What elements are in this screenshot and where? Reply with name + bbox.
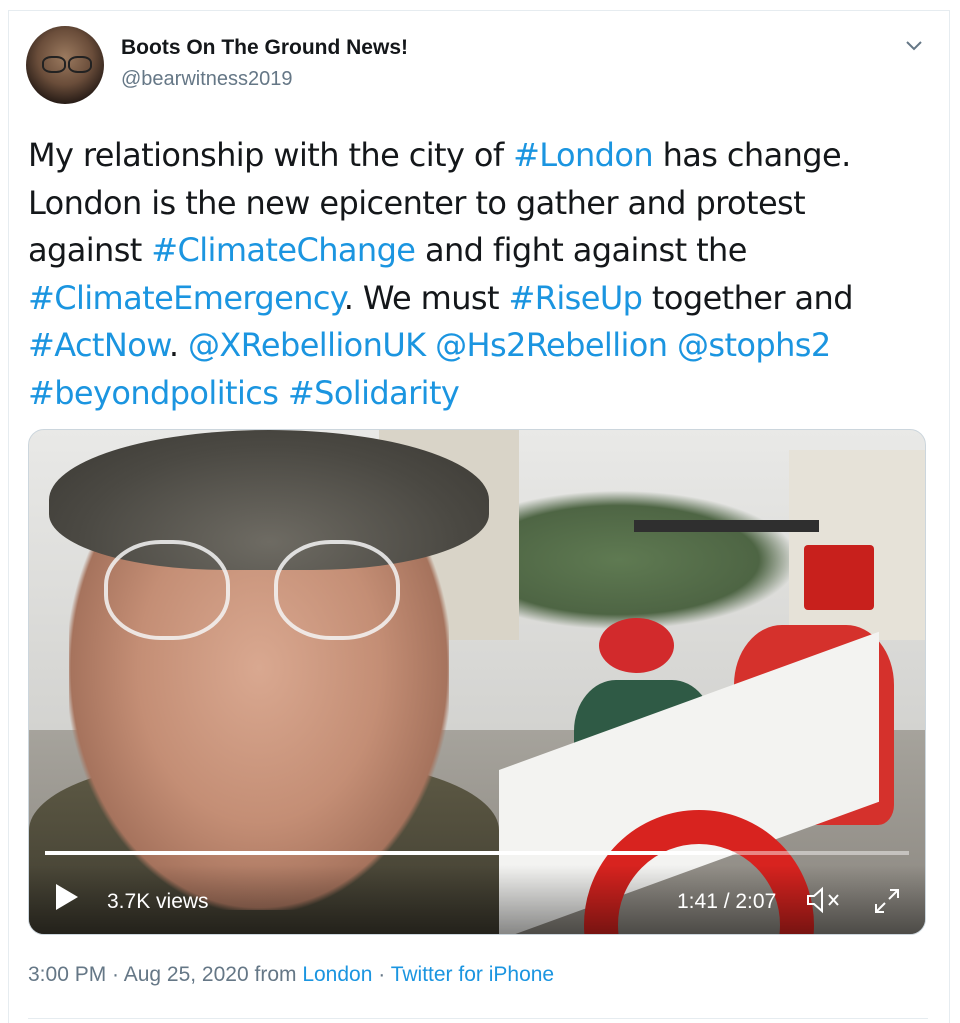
hashtag-link[interactable]: #ClimateEmergency <box>28 279 344 317</box>
more-options-button[interactable] <box>900 32 928 60</box>
mention-link[interactable]: @Hs2Rebellion <box>435 326 668 364</box>
meta-separator: · <box>372 963 391 986</box>
tweet-text-segment <box>667 326 677 364</box>
mute-icon <box>807 886 839 914</box>
tweet-meta: 3:00 PM · Aug 25, 2020 from London · Twi… <box>28 963 554 987</box>
video-progress-bar[interactable] <box>45 851 909 855</box>
hashtag-link[interactable]: #beyondpolitics <box>28 374 279 412</box>
avatar-glasses-right <box>68 56 92 73</box>
view-count: 3.7K views <box>107 890 209 913</box>
play-icon <box>56 884 78 910</box>
mute-button[interactable] <box>805 885 845 915</box>
mention-link[interactable]: @stophs2 <box>677 326 831 364</box>
tweet-text-segment: . We must <box>343 278 509 317</box>
tweet-text-segment <box>426 326 436 364</box>
source-link[interactable]: Twitter for iPhone <box>391 963 554 986</box>
chevron-down-icon <box>906 41 922 51</box>
tweet-timestamp[interactable]: 3:00 PM · Aug 25, 2020 from <box>28 963 302 986</box>
video-player[interactable]: 3.7K views 1:41 / 2:07 <box>28 429 926 935</box>
divider <box>28 1018 928 1019</box>
video-frame-bus-shelter <box>634 520 819 532</box>
fullscreen-button[interactable] <box>871 885 903 917</box>
tweet-text: My relationship with the city of #London… <box>28 132 928 417</box>
play-button[interactable] <box>53 882 81 912</box>
tweet-text-segment: and fight against the <box>415 231 747 269</box>
location-link[interactable]: London <box>302 963 372 986</box>
author-handle[interactable]: @bearwitness2019 <box>121 68 293 91</box>
hashtag-link[interactable]: #London <box>513 136 654 174</box>
video-frame-trees <box>499 490 799 630</box>
video-progress-fill <box>45 851 732 855</box>
avatar[interactable] <box>26 26 104 104</box>
hashtag-link[interactable]: #ActNow <box>28 326 169 364</box>
mention-link[interactable]: @XRebellionUK <box>188 326 426 364</box>
hashtag-link[interactable]: #Solidarity <box>288 374 460 412</box>
hashtag-link[interactable]: #ClimateChange <box>151 231 416 269</box>
video-frame-bus <box>804 545 874 610</box>
avatar-glasses-left <box>42 56 66 73</box>
tweet-text-segment: . <box>168 326 188 364</box>
tweet-text-segment: together and <box>642 278 854 317</box>
hashtag-link[interactable]: #RiseUp <box>509 279 643 317</box>
tweet-text-segment <box>278 374 288 412</box>
video-frame-hat <box>49 430 489 570</box>
video-time: 1:41 / 2:07 <box>677 890 777 913</box>
author-name[interactable]: Boots On The Ground News! <box>121 36 408 60</box>
video-frame-red-hat <box>599 618 674 673</box>
fullscreen-icon <box>875 889 899 913</box>
video-frame-glasses <box>274 540 400 640</box>
video-frame-glasses <box>104 540 230 640</box>
tweet-text-segment: My relationship with the city of <box>28 136 514 174</box>
